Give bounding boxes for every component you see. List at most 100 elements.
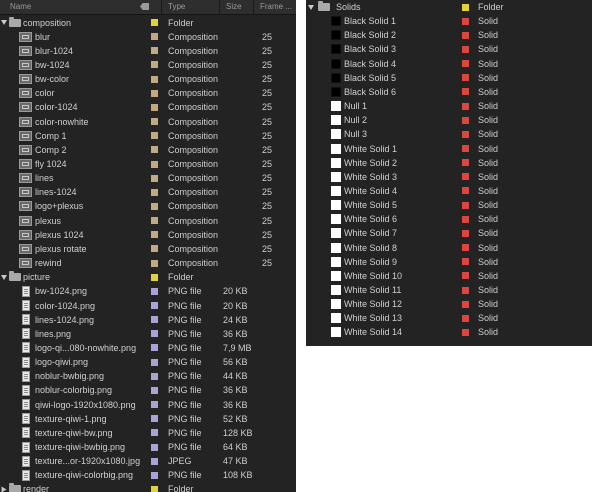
list-item[interactable]: White Solid 6 Solid — [306, 212, 592, 226]
list-item[interactable]: White Solid 3 Solid — [306, 170, 592, 184]
list-item[interactable]: plexus rotate Composition 25 — [0, 242, 296, 256]
label-color-swatch[interactable] — [151, 316, 158, 324]
label-color-swatch[interactable] — [462, 286, 469, 294]
list-item[interactable]: texture-qiwi-colorbig.png PNG file 108 KB — [0, 468, 296, 482]
list-item[interactable]: Black Solid 1 Solid — [306, 14, 592, 28]
list-item[interactable]: White Solid 5 Solid — [306, 198, 592, 212]
label-color-swatch[interactable] — [462, 60, 469, 68]
tag-icon[interactable] — [140, 3, 149, 10]
label-color-swatch[interactable] — [151, 174, 158, 182]
list-item[interactable]: logo+plexus Composition 25 — [0, 199, 296, 213]
label-color-swatch[interactable] — [151, 202, 158, 210]
label-color-swatch[interactable] — [151, 273, 158, 281]
list-item[interactable]: blur-1024 Composition 25 — [0, 44, 296, 58]
label-color-swatch[interactable] — [151, 160, 158, 168]
list-item[interactable]: picture Folder — [0, 270, 296, 284]
list-item[interactable]: logo-qiwi.png PNG file 56 KB — [0, 355, 296, 369]
label-color-swatch[interactable] — [151, 188, 158, 196]
label-color-swatch[interactable] — [462, 187, 469, 195]
list-item[interactable]: blur Composition 25 — [0, 30, 296, 44]
list-item[interactable]: White Solid 11 Solid — [306, 283, 592, 297]
label-color-swatch[interactable] — [462, 229, 469, 237]
list-item[interactable]: White Solid 10 Solid — [306, 269, 592, 283]
list-item[interactable]: render Folder — [0, 482, 296, 492]
list-item[interactable]: Null 3 Solid — [306, 127, 592, 141]
list-item[interactable]: plexus Composition 25 — [0, 214, 296, 228]
list-item[interactable]: lines-1024.png PNG file 24 KB — [0, 313, 296, 327]
list-item[interactable]: color-1024 Composition 25 — [0, 100, 296, 114]
label-color-swatch[interactable] — [151, 372, 158, 380]
label-color-swatch[interactable] — [462, 173, 469, 181]
list-item[interactable]: noblur-bwbig.png PNG file 44 KB — [0, 369, 296, 383]
label-color-swatch[interactable] — [462, 201, 469, 209]
list-item[interactable]: Solids Folder — [306, 0, 592, 14]
label-color-swatch[interactable] — [151, 89, 158, 97]
list-item[interactable]: Comp 2 Composition 25 — [0, 143, 296, 157]
column-name[interactable]: Name — [10, 0, 31, 14]
list-item[interactable]: Black Solid 5 Solid — [306, 71, 592, 85]
list-item[interactable]: color-nowhite Composition 25 — [0, 115, 296, 129]
label-color-swatch[interactable] — [151, 471, 158, 479]
list-item[interactable]: color-1024.png PNG file 20 KB — [0, 299, 296, 313]
label-color-swatch[interactable] — [462, 31, 469, 39]
disclosure-closed-icon[interactable] — [1, 486, 7, 492]
column-frame-rate[interactable]: Frame ... — [253, 0, 296, 14]
label-color-swatch[interactable] — [462, 258, 469, 266]
label-color-swatch[interactable] — [462, 314, 469, 322]
list-item[interactable]: noblur-colorbig.png PNG file 36 KB — [0, 383, 296, 397]
label-color-swatch[interactable] — [462, 272, 469, 280]
label-color-swatch[interactable] — [151, 61, 158, 69]
list-item[interactable]: White Solid 1 Solid — [306, 142, 592, 156]
label-color-swatch[interactable] — [151, 132, 158, 140]
list-item[interactable]: Black Solid 6 Solid — [306, 85, 592, 99]
label-color-swatch[interactable] — [151, 146, 158, 154]
label-color-swatch[interactable] — [462, 3, 469, 11]
label-color-swatch[interactable] — [151, 245, 158, 253]
list-item[interactable]: plexus 1024 Composition 25 — [0, 228, 296, 242]
label-color-swatch[interactable] — [151, 443, 158, 451]
label-color-swatch[interactable] — [462, 88, 469, 96]
label-color-swatch[interactable] — [462, 45, 469, 53]
list-item[interactable]: logo-qi...080-nowhite.png PNG file 7,9 MB — [0, 341, 296, 355]
label-color-swatch[interactable] — [151, 429, 158, 437]
list-item[interactable]: White Solid 7 Solid — [306, 226, 592, 240]
list-item[interactable]: Black Solid 4 Solid — [306, 57, 592, 71]
list-item[interactable]: bw-color Composition 25 — [0, 72, 296, 86]
list-item[interactable]: White Solid 13 Solid — [306, 311, 592, 325]
label-color-swatch[interactable] — [151, 415, 158, 423]
label-color-swatch[interactable] — [462, 102, 469, 110]
label-color-swatch[interactable] — [462, 300, 469, 308]
label-color-swatch[interactable] — [151, 47, 158, 55]
list-item[interactable]: White Solid 9 Solid — [306, 255, 592, 269]
label-color-swatch[interactable] — [462, 328, 469, 336]
list-item[interactable]: rewind Composition 25 — [0, 256, 296, 270]
label-color-swatch[interactable] — [151, 457, 158, 465]
list-item[interactable]: composition Folder — [0, 16, 296, 30]
label-color-swatch[interactable] — [151, 401, 158, 409]
list-item[interactable]: lines Composition 25 — [0, 171, 296, 185]
label-color-swatch[interactable] — [462, 145, 469, 152]
list-item[interactable]: White Solid 12 Solid — [306, 297, 592, 311]
label-color-swatch[interactable] — [151, 19, 158, 26]
label-color-swatch[interactable] — [151, 344, 158, 352]
label-color-swatch[interactable] — [151, 302, 158, 309]
label-color-swatch[interactable] — [151, 118, 158, 126]
list-item[interactable]: White Solid 14 Solid — [306, 325, 592, 339]
label-color-swatch[interactable] — [151, 287, 158, 295]
list-item[interactable]: texture-qiwi-bwbig.png PNG file 64 KB — [0, 440, 296, 454]
list-item[interactable]: White Solid 2 Solid — [306, 156, 592, 170]
label-color-swatch[interactable] — [462, 159, 469, 167]
label-color-swatch[interactable] — [462, 244, 469, 252]
list-item[interactable]: White Solid 8 Solid — [306, 241, 592, 255]
label-color-swatch[interactable] — [151, 217, 158, 225]
label-color-swatch[interactable] — [151, 259, 158, 267]
label-color-swatch[interactable] — [462, 74, 469, 82]
label-color-swatch[interactable] — [151, 75, 158, 83]
list-item[interactable]: texture-qiwi-bw.png PNG file 128 KB — [0, 426, 296, 440]
list-item[interactable]: bw-1024 Composition 25 — [0, 58, 296, 72]
label-color-swatch[interactable] — [462, 215, 469, 223]
list-item[interactable]: Null 1 Solid — [306, 99, 592, 113]
label-color-swatch[interactable] — [151, 231, 158, 239]
label-color-swatch[interactable] — [462, 130, 469, 138]
label-color-swatch[interactable] — [151, 33, 158, 41]
